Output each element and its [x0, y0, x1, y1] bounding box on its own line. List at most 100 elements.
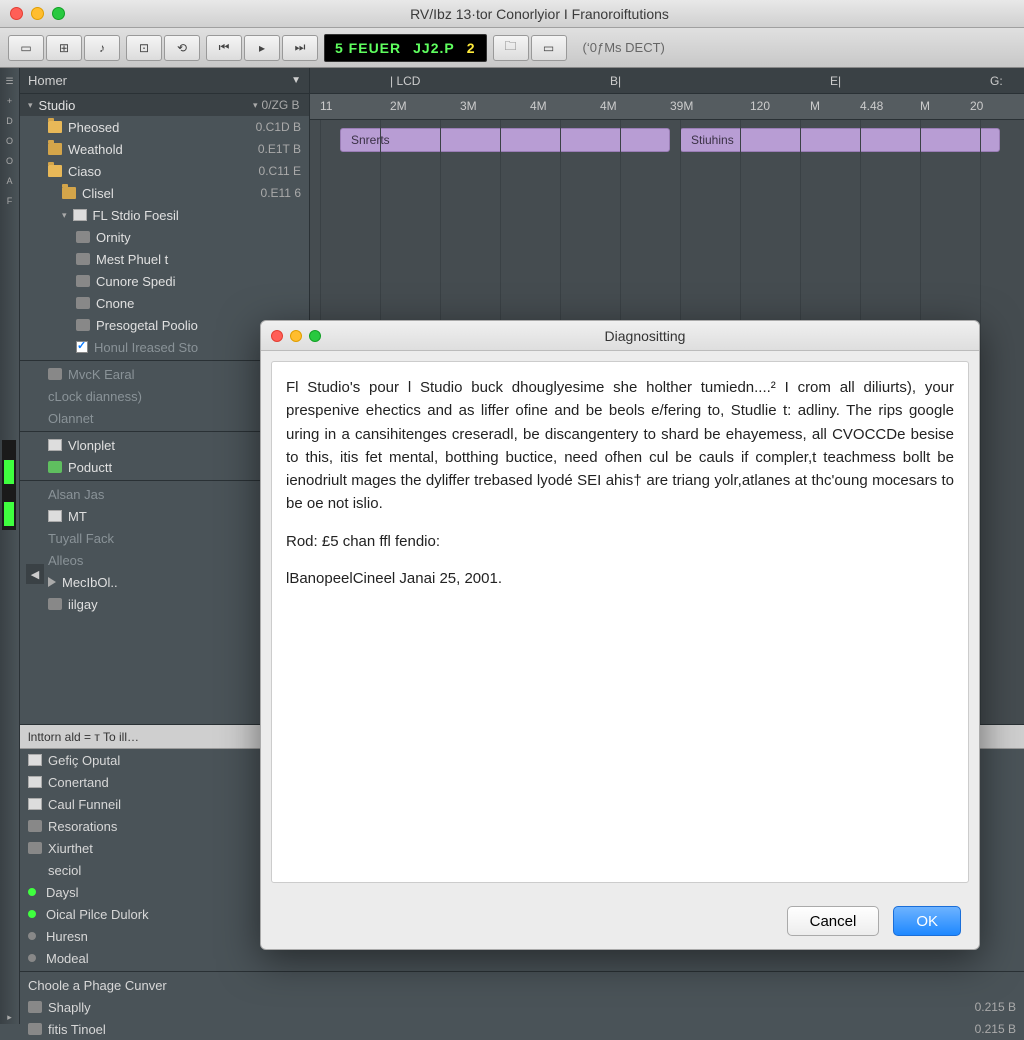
meter — [4, 444, 14, 484]
chk-icon — [76, 341, 88, 353]
tree-item[interactable]: Shaplly0.215 B — [20, 996, 1024, 1018]
play-icon — [48, 577, 56, 587]
meter — [4, 486, 14, 526]
close-icon[interactable] — [271, 330, 283, 342]
timeline-header: | LCD B| E| G: — [310, 68, 1024, 94]
timeline-ruler[interactable]: 11 2M 3M 4M 4M 39M 120 M 4.48 M 20 — [310, 94, 1024, 120]
mod-icon — [28, 820, 42, 832]
mod-icon — [76, 231, 90, 243]
mod-icon — [48, 368, 62, 380]
lcd-segment: JJ2.P — [413, 40, 455, 56]
rail-icon[interactable]: ☰ — [3, 74, 17, 88]
ruler-tick: 3M — [460, 99, 477, 113]
toolbar-button[interactable]: ⏭ — [282, 35, 318, 61]
ruler-tick: 4M — [530, 99, 547, 113]
ruler-tick: 20 — [970, 99, 983, 113]
toolbar-button[interactable]: ⏮ — [206, 35, 242, 61]
tree-root[interactable]: ▾Studio▾0/ZG B — [20, 94, 309, 116]
window-titlebar: RV/Ibz 13·tor Conorlyior I Franoroiftuti… — [0, 0, 1024, 28]
dialog-title: Diagnositting — [321, 328, 969, 344]
lcd-display: 5 FEUER JJ2.P 2 — [324, 34, 487, 62]
window-title: RV/Ibz 13·tor Conorlyior I Franoroiftuti… — [65, 6, 1014, 22]
toolbar-button[interactable]: ⊡ — [126, 35, 162, 61]
dialog-text: Rod: £5 chan ffl fendio: — [286, 530, 954, 553]
toolbar-button[interactable]: ▸ — [244, 35, 280, 61]
marker: | LCD — [390, 74, 420, 88]
mod-icon — [28, 842, 42, 854]
tree-item[interactable]: Choole a Phage Cunver — [20, 974, 1024, 996]
folder-icon — [48, 143, 62, 155]
tree-item[interactable]: Ciaso0.C11 E — [20, 160, 309, 182]
marker: E| — [830, 74, 841, 88]
ruler-tick: M — [810, 99, 820, 113]
rail-icon[interactable]: + — [3, 94, 17, 108]
dialog-body: Fl Studio's pour l Studio buck dhouglyes… — [271, 361, 969, 883]
zoom-icon[interactable] — [52, 7, 65, 20]
mod-icon — [76, 275, 90, 287]
tree-item[interactable]: Cunore Spedi — [20, 270, 309, 292]
ruler-tick: 39M — [670, 99, 693, 113]
traffic-lights — [10, 7, 65, 20]
mod-icon — [76, 297, 90, 309]
minimize-icon[interactable] — [290, 330, 302, 342]
chevron-down-icon[interactable]: ▼ — [291, 75, 301, 86]
cancel-button[interactable]: Cancel — [787, 906, 880, 936]
rail-icon[interactable]: F — [3, 194, 17, 208]
marker: B| — [610, 74, 621, 88]
folder-icon — [48, 121, 62, 133]
tree-item[interactable]: Pheosed0.C1D B — [20, 116, 309, 138]
file-icon — [48, 510, 62, 522]
ok-button[interactable]: OK — [893, 906, 961, 936]
ruler-tick: 120 — [750, 99, 770, 113]
ruler-tick: 2M — [390, 99, 407, 113]
toolbar-button[interactable]: ▭ — [8, 35, 44, 61]
mod-icon — [28, 1023, 42, 1035]
mod-icon — [76, 319, 90, 331]
tree-item[interactable]: Weathold0.E1T B — [20, 138, 309, 160]
dialog-titlebar: Diagnositting — [261, 321, 979, 351]
tree-item[interactable]: Cnone — [20, 292, 309, 314]
browser-title: Homer — [28, 73, 67, 88]
file-icon — [28, 776, 42, 788]
mod-icon — [28, 1001, 42, 1013]
zoom-icon[interactable] — [309, 330, 321, 342]
lcd-segment: 5 FEUER — [335, 40, 401, 56]
left-rail: ☰ + D O O A F ▸ — [0, 68, 20, 1024]
dialog-text: lBanopeelCineel Janai 25, 2001. — [286, 567, 954, 590]
ruler-tick: 11 — [320, 99, 332, 113]
collapse-button[interactable]: ◀ — [26, 564, 44, 584]
tree-item[interactable]: fitis Tinoel0.215 B — [20, 1018, 1024, 1040]
tree-item[interactable]: Clisel0.E11 6 — [20, 182, 309, 204]
browser-header[interactable]: Homer ▼ — [20, 68, 309, 94]
dialog-text: Fl Studio's pour l Studio buck dhouglyes… — [286, 376, 954, 516]
tree-item[interactable]: Mest Phuel t — [20, 248, 309, 270]
folder-icon — [48, 165, 62, 177]
file-icon — [28, 798, 42, 810]
toolbar-button[interactable]: ▭ — [531, 35, 567, 61]
rail-icon[interactable]: ▸ — [3, 1010, 17, 1024]
rail-icon[interactable]: O — [3, 134, 17, 148]
ruler-tick: 4.48 — [860, 99, 883, 113]
rail-icon[interactable]: D — [3, 114, 17, 128]
lcd-segment: 2 — [467, 40, 476, 56]
mod-icon — [48, 598, 62, 610]
minimize-icon[interactable] — [31, 7, 44, 20]
tree-item[interactable]: Ornity — [20, 226, 309, 248]
toolbar-button[interactable]: ♪ — [84, 35, 120, 61]
rail-icon[interactable]: A — [3, 174, 17, 188]
close-icon[interactable] — [10, 7, 23, 20]
file-icon — [28, 754, 42, 766]
tree-item[interactable]: ▾FL Stdio Foesil — [20, 204, 309, 226]
rail-icon[interactable]: O — [3, 154, 17, 168]
ruler-tick: 4M — [600, 99, 617, 113]
toolbar-button[interactable]: ⊞ — [46, 35, 82, 61]
toolbar-button[interactable]: 🗀 — [493, 35, 529, 61]
audio-icon — [48, 461, 62, 473]
file-icon — [73, 209, 87, 221]
toolbar-button[interactable]: ⟲ — [164, 35, 200, 61]
ruler-tick: M — [920, 99, 930, 113]
folder-icon — [62, 187, 76, 199]
dialog-footer: Cancel OK — [261, 893, 979, 949]
tree-item[interactable]: Modeal — [20, 947, 1024, 969]
main-toolbar: ▭ ⊞ ♪ ⊡ ⟲ ⏮ ▸ ⏭ 5 FEUER JJ2.P 2 🗀 ▭ (‘0ƒ… — [0, 28, 1024, 68]
